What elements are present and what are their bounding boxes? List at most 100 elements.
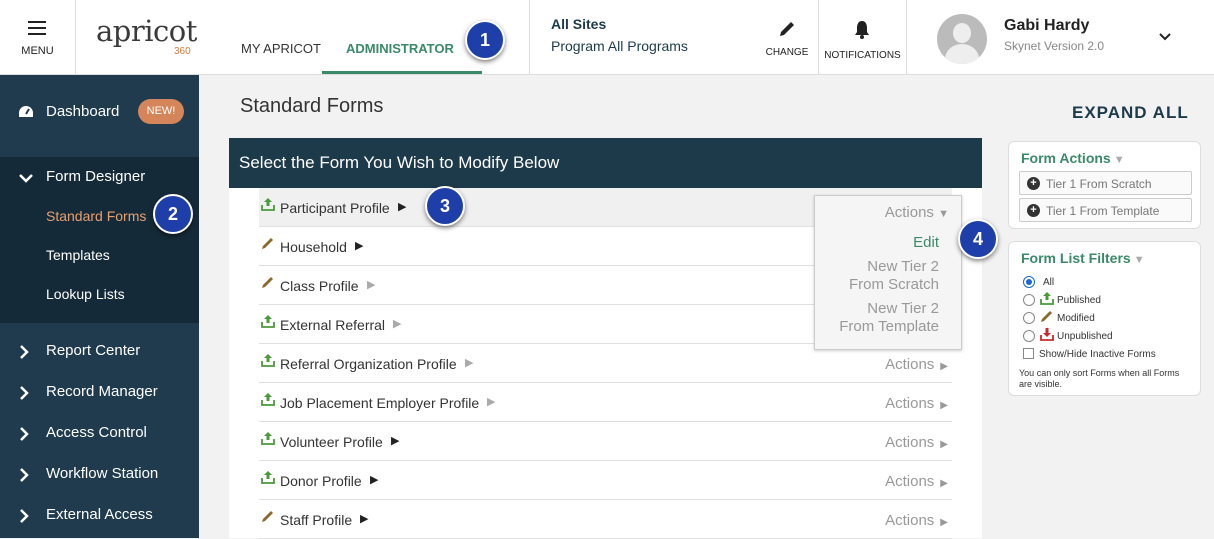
published-icon xyxy=(261,431,275,450)
sidebar-item-label: External Access xyxy=(46,506,153,523)
chevron-down-icon xyxy=(19,174,33,183)
published-icon xyxy=(1040,292,1054,305)
sidebar-item-workflow-station[interactable]: Workflow Station xyxy=(0,454,199,494)
actions-button[interactable]: Actions ▶ xyxy=(885,356,948,373)
caret-right-icon: ▶ xyxy=(940,517,948,528)
apricot-logo-sub: 360 xyxy=(174,46,191,57)
actions-button[interactable]: Actions ▶ xyxy=(885,395,948,412)
chevron-right-icon xyxy=(20,468,29,482)
sidebar-item-form-designer[interactable]: Form Designer xyxy=(0,157,199,197)
actions-button[interactable]: Actions ▶ xyxy=(885,473,948,490)
hamburger-icon xyxy=(28,21,46,35)
form-actions-title[interactable]: Form Actions ▼ xyxy=(1021,150,1125,166)
expand-arrow-icon[interactable]: ▶ xyxy=(360,512,368,525)
top-bar: MENU apricot 360 MY APRICOT ADMINISTRATO… xyxy=(0,0,1214,75)
pencil-icon xyxy=(261,236,275,255)
pencil-icon xyxy=(261,509,275,528)
form-row[interactable]: Staff Profile ▶ Actions ▶ xyxy=(259,500,952,539)
plus-icon: + xyxy=(1027,177,1040,190)
apricot-logo[interactable]: apricot xyxy=(96,14,197,48)
published-icon xyxy=(261,353,275,372)
divider xyxy=(906,0,907,74)
expand-arrow-icon[interactable]: ▶ xyxy=(355,239,363,252)
form-name[interactable]: Class Profile xyxy=(280,278,359,294)
published-icon xyxy=(261,470,275,489)
chevron-right-icon xyxy=(20,345,29,359)
sidebar-item-label: Access Control xyxy=(46,424,147,441)
dashboard-icon xyxy=(19,106,33,117)
filter-modified-radio[interactable] xyxy=(1023,312,1035,324)
actions-button[interactable]: Actions ▶ xyxy=(885,434,948,451)
actions-button[interactable]: Actions ▶ xyxy=(885,512,948,529)
tab-my-apricot[interactable]: MY APRICOT xyxy=(241,41,321,56)
filter-published-radio[interactable] xyxy=(1023,294,1035,306)
sidebar-item-report-center[interactable]: Report Center xyxy=(0,331,199,371)
expand-arrow-icon[interactable]: ▶ xyxy=(398,200,406,213)
expand-arrow-icon[interactable]: ▶ xyxy=(393,317,401,330)
form-row[interactable]: Volunteer Profile ▶ Actions ▶ xyxy=(259,422,952,461)
sidebar-item-record-manager[interactable]: Record Manager xyxy=(0,372,199,412)
form-row[interactable]: Job Placement Employer Profile ▶ Actions ▶ xyxy=(259,383,952,422)
new-tier2-template-menu-item[interactable]: New Tier 2 From Template xyxy=(839,300,939,336)
sidebar-item-external-access[interactable]: External Access xyxy=(0,495,199,535)
filter-all-radio[interactable] xyxy=(1023,276,1035,288)
sidebar-item-standard-forms[interactable]: Standard Forms xyxy=(46,208,146,224)
notifications-button[interactable]: NOTIFICATIONS xyxy=(819,0,906,74)
sidebar-item-label: Form Designer xyxy=(46,168,146,185)
page-title: Standard Forms xyxy=(240,95,384,117)
expand-all-button[interactable]: EXPAND ALL xyxy=(1072,103,1189,123)
change-button[interactable]: CHANGE xyxy=(756,0,818,74)
expand-arrow-icon[interactable]: ▶ xyxy=(367,278,375,291)
pencil-icon xyxy=(1041,311,1052,322)
form-name[interactable]: Household xyxy=(280,239,347,255)
user-name: Gabi Hardy xyxy=(1004,17,1090,34)
menu-button[interactable]: MENU xyxy=(0,0,76,74)
callout-1: 1 xyxy=(465,20,505,60)
chevron-down-icon[interactable] xyxy=(1158,30,1172,44)
sidebar-item-templates[interactable]: Templates xyxy=(46,247,110,263)
sidebar-item-access-control[interactable]: Access Control xyxy=(0,413,199,453)
expand-arrow-icon[interactable]: ▶ xyxy=(465,356,473,369)
callout-4: 4 xyxy=(958,219,998,259)
sidebar-item-label: Record Manager xyxy=(46,383,158,400)
filters-title[interactable]: Form List Filters ▼ xyxy=(1021,250,1145,266)
actions-dropdown-toggle[interactable]: Actions ▼ xyxy=(885,204,949,221)
form-name[interactable]: Donor Profile xyxy=(280,473,362,489)
chevron-right-icon xyxy=(20,386,29,400)
form-row[interactable]: Donor Profile ▶ Actions ▶ xyxy=(259,461,952,500)
edit-menu-item[interactable]: Edit xyxy=(913,234,939,252)
pencil-icon xyxy=(261,275,275,294)
site-program: Program All Programs xyxy=(551,38,688,54)
filter-unpublished-radio[interactable] xyxy=(1023,330,1035,342)
new-tier2-scratch-menu-item[interactable]: New Tier 2 From Scratch xyxy=(849,258,939,294)
active-tab-underline xyxy=(322,71,482,74)
caret-right-icon: ▶ xyxy=(940,478,948,489)
caret-down-icon: ▼ xyxy=(1133,254,1145,266)
expand-arrow-icon[interactable]: ▶ xyxy=(487,395,495,408)
tier1-from-scratch-button[interactable]: + Tier 1 From Scratch xyxy=(1019,171,1192,195)
form-name[interactable]: Staff Profile xyxy=(280,512,352,528)
avatar[interactable] xyxy=(937,14,987,64)
tab-administrator[interactable]: ADMINISTRATOR xyxy=(346,41,454,56)
tier1-from-template-button[interactable]: + Tier 1 From Template xyxy=(1019,198,1192,222)
show-inactive-checkbox[interactable] xyxy=(1023,348,1034,359)
divider xyxy=(529,0,530,74)
panel-header: Select the Form You Wish to Modify Below xyxy=(229,138,982,188)
site-title: All Sites xyxy=(551,16,607,32)
form-name[interactable]: Job Placement Employer Profile xyxy=(280,395,479,411)
expand-arrow-icon[interactable]: ▶ xyxy=(391,434,399,447)
chevron-right-icon xyxy=(20,427,29,441)
change-label: CHANGE xyxy=(765,47,809,58)
sidebar-item-lookup-lists[interactable]: Lookup Lists xyxy=(46,286,125,302)
form-designer-group: Form Designer Standard Forms Templates L… xyxy=(0,157,199,323)
form-name[interactable]: Participant Profile xyxy=(280,200,390,216)
plus-icon: + xyxy=(1027,204,1040,217)
callout-2: 2 xyxy=(153,194,193,234)
unpublished-icon xyxy=(1040,328,1054,341)
form-name[interactable]: Volunteer Profile xyxy=(280,434,383,450)
form-name[interactable]: Referral Organization Profile xyxy=(280,356,457,372)
form-list-filters-box: Form List Filters ▼ All Published Modifie… xyxy=(1008,241,1201,396)
expand-arrow-icon[interactable]: ▶ xyxy=(370,473,378,486)
notifications-label: NOTIFICATIONS xyxy=(824,50,901,61)
form-name[interactable]: External Referral xyxy=(280,317,385,333)
